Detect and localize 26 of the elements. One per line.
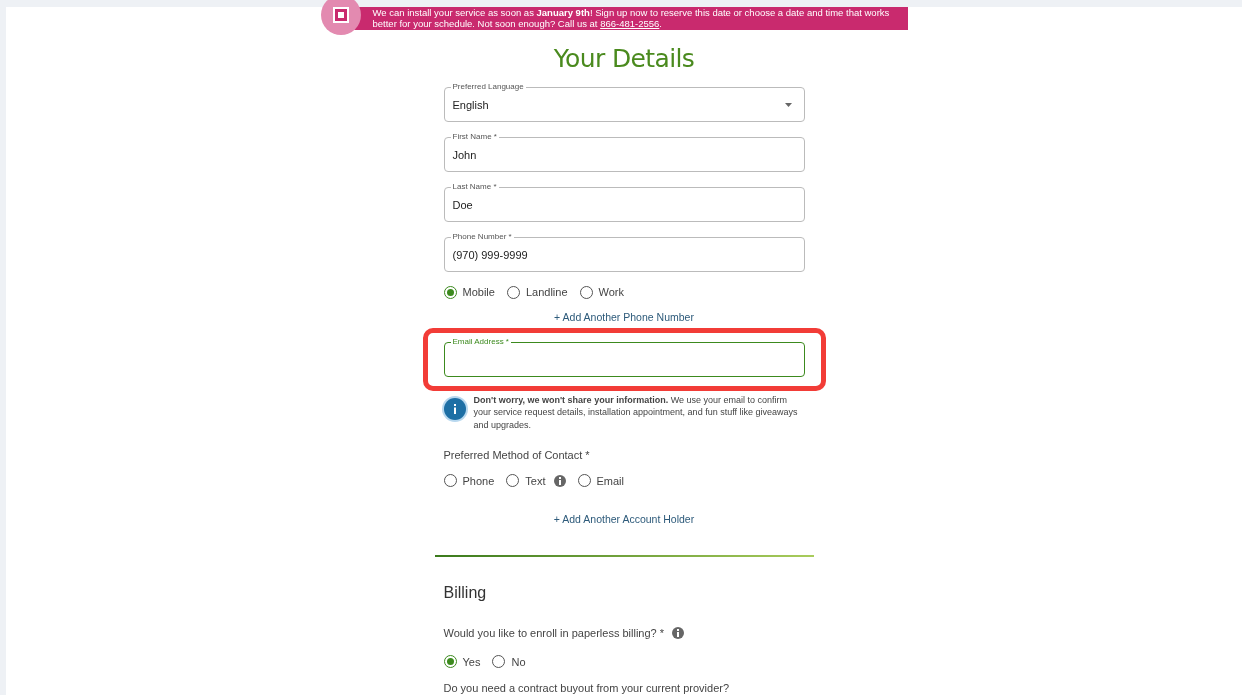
notice-text: We can install your service as soon as January 9th! Sign up now to reserve this date or choose a date and time that works better for your schedule. Not soon enough? Call us at 866-481-2556. (372, 7, 891, 30)
radio-option[interactable]: Text (506, 472, 546, 490)
section-heading: Billing (443, 583, 488, 603)
add-phone-link[interactable]: + Add Another Phone Number (554, 309, 694, 326)
add-holder-link[interactable]: + Add Another Account Holder (553, 512, 695, 528)
radio-option[interactable]: Email (577, 472, 624, 490)
info-icon (443, 397, 466, 420)
radio-option[interactable]: Yes (443, 653, 481, 670)
radio-option[interactable]: Landline (506, 284, 568, 301)
info-icon[interactable] (553, 474, 566, 487)
question-text: Would you like to enroll in paperless billing? * (443, 626, 665, 641)
radio-option[interactable]: Work (579, 284, 624, 301)
field-value: English (452, 97, 489, 113)
privacy-note: Don't worry, we won't share your information. We use your email to confirm your service request details, installation appointment, and fun stuff like giveaways and upgrades. (473, 393, 799, 432)
radio-option[interactable]: Mobile (443, 284, 495, 301)
dropdown-caret-icon (784, 102, 792, 107)
field-label: Preferred Language (450, 81, 526, 94)
info-icon[interactable] (672, 627, 685, 640)
contact-label: Preferred Method of Contact * (443, 448, 591, 464)
question-text: Do you need a contract buyout from your current provider? (443, 682, 731, 695)
field-value: John (452, 147, 477, 163)
radio-option[interactable]: No (492, 653, 526, 670)
page-heading: Your Details (553, 42, 695, 75)
field-value: Doe (452, 197, 473, 213)
field-value: (970) 999-9999 (452, 247, 528, 263)
radio-option[interactable]: Phone (443, 472, 495, 490)
